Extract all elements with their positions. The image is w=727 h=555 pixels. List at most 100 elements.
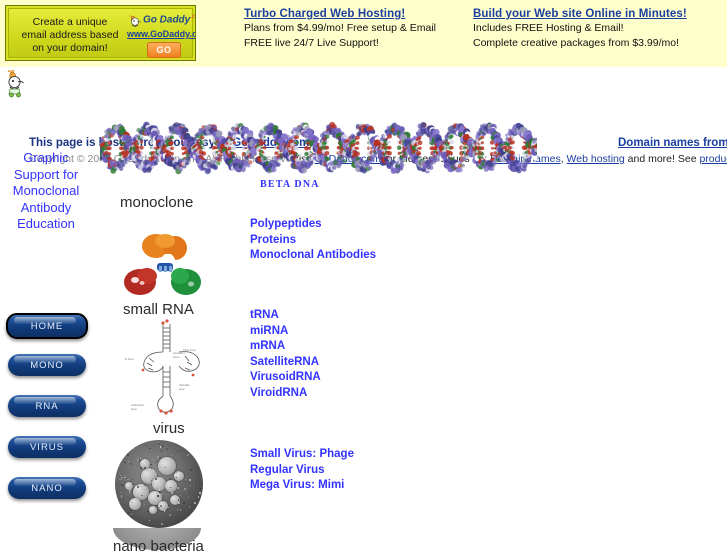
micrograph-grain <box>125 521 126 522</box>
micrograph-grain <box>178 519 180 521</box>
micrograph-grain <box>124 462 126 464</box>
micrograph-grain <box>143 478 144 479</box>
micrograph-grain <box>200 488 202 490</box>
left-sidebar: Graphic Support for Monoclonal Antibody … <box>0 110 95 545</box>
ad-headline-website[interactable]: Build your Web site Online in Minutes! <box>473 8 687 20</box>
micrograph-grain <box>123 451 125 453</box>
micrograph-grain <box>160 446 161 447</box>
link-regular-virus[interactable]: Regular Virus <box>250 463 354 479</box>
micrograph-grain <box>179 443 180 444</box>
micrograph-grain <box>119 479 120 480</box>
micrograph-grain <box>159 499 160 500</box>
main-content: BETA DNA monoclone Polypeptides Proteins… <box>95 110 727 545</box>
ad-detail-line: Plans from $4.99/mo! Free setup & Email <box>244 21 436 35</box>
micrograph-grain <box>169 514 170 515</box>
micrograph-grain <box>146 489 147 490</box>
micrograph-grain <box>129 491 130 492</box>
micrograph-grain <box>121 477 123 479</box>
micrograph-grain <box>137 459 139 461</box>
micrograph-grain <box>150 464 151 465</box>
micrograph-grain <box>144 467 146 469</box>
micrograph-grain <box>184 488 186 490</box>
micrograph-grain <box>189 441 191 443</box>
sidebar-item-label: HOME <box>8 315 86 337</box>
micrograph-grain <box>157 461 158 462</box>
micrograph-grain <box>155 462 156 463</box>
micrograph-grain <box>140 467 142 469</box>
link-mrna[interactable]: mRNA <box>250 339 321 355</box>
sidebar-item-home[interactable]: HOME <box>6 313 88 339</box>
link-virusoid-rna[interactable]: VirusoidRNA <box>250 370 321 386</box>
micrograph-grain <box>161 523 163 525</box>
svg-text:D loop: D loop <box>125 357 134 361</box>
micrograph-grain <box>153 502 154 503</box>
micrograph-grain <box>195 481 196 482</box>
micrograph-grain <box>190 485 191 486</box>
ad-headline-hosting[interactable]: Turbo Charged Web Hosting! <box>244 8 436 20</box>
micrograph-grain <box>189 479 190 480</box>
dna-caption: BETA DNA <box>260 179 320 190</box>
virus-link-list: Small Virus: Phage Regular Virus Mega Vi… <box>250 447 354 494</box>
micrograph-grain <box>177 451 178 452</box>
godaddy-url-link[interactable]: www.GoDaddy.com <box>127 29 196 39</box>
ad-column-website-builder: Build your Web site Online in Minutes! I… <box>473 8 687 50</box>
ad-detail-line: Complete creative packages from $3.99/mo… <box>473 36 687 50</box>
beta-dna-figure: BETA DNA <box>100 117 537 179</box>
godaddy-mascot-icon <box>4 70 26 98</box>
monoclone-link-list: Polypeptides Proteins Monoclonal Antibod… <box>250 217 376 264</box>
micrograph-grain <box>187 455 188 456</box>
micrograph-grain <box>144 459 145 460</box>
link-monoclonal-antibodies[interactable]: Monoclonal Antibodies <box>250 248 376 264</box>
virus-particle <box>129 498 141 510</box>
micrograph-grain <box>196 476 197 477</box>
micrograph-grain <box>127 512 129 514</box>
micrograph-grain <box>157 495 159 497</box>
sidebar-item-rna[interactable]: RNA <box>8 395 86 417</box>
micrograph-grain <box>148 480 149 481</box>
micrograph-grain <box>145 519 146 520</box>
micrograph-grain <box>202 503 203 504</box>
micrograph-grain <box>118 505 119 506</box>
micrograph-grain <box>200 507 201 508</box>
micrograph-grain <box>137 486 139 488</box>
antibody-structure-image <box>123 232 203 300</box>
micrograph-grain <box>188 516 189 517</box>
micrograph-grain <box>176 477 177 478</box>
micrograph-grain <box>183 502 185 504</box>
sidebar-item-nano[interactable]: NANO <box>8 477 86 499</box>
micrograph-grain <box>195 446 196 447</box>
link-mirna[interactable]: miRNA <box>250 324 321 340</box>
godaddy-email-promo-box[interactable]: Create a unique email address based on y… <box>5 5 196 61</box>
micrograph-grain <box>127 454 129 456</box>
virus-micrograph-image <box>115 440 203 528</box>
micrograph-grain <box>149 520 150 521</box>
promo-line-3: on your domain! <box>15 42 125 55</box>
go-button[interactable]: GO <box>147 42 181 58</box>
sidebar-item-mono[interactable]: MONO <box>8 354 86 376</box>
micrograph-grain <box>140 458 141 459</box>
sidebar-item-label: RNA <box>8 395 86 417</box>
godaddy-ad-banner: Create a unique email address based on y… <box>0 0 727 67</box>
micrograph-grain <box>129 492 130 493</box>
micrograph-grain <box>155 478 157 480</box>
micrograph-grain <box>159 507 160 508</box>
micrograph-grain <box>144 504 145 505</box>
micrograph-grain <box>129 446 130 447</box>
sidebar-item-virus[interactable]: VIRUS <box>8 436 86 458</box>
micrograph-grain <box>196 509 197 510</box>
link-proteins[interactable]: Proteins <box>250 233 376 249</box>
micrograph-grain <box>164 510 165 511</box>
link-polypeptides[interactable]: Polypeptides <box>250 217 376 233</box>
link-viroid-rna[interactable]: ViroidRNA <box>250 386 321 402</box>
micrograph-grain <box>199 442 201 444</box>
link-small-virus-phage[interactable]: Small Virus: Phage <box>250 447 354 463</box>
godaddy-logo[interactable]: Go Daddy.com www.GoDaddy.com GO <box>127 12 195 60</box>
micrograph-grain <box>140 523 141 524</box>
link-satellite-rna[interactable]: SatelliteRNA <box>250 355 321 371</box>
godaddy-wordmark: Go Daddy.com <box>143 14 196 25</box>
micrograph-grain <box>134 485 135 486</box>
link-mega-virus-mimi[interactable]: Mega Virus: Mimi <box>250 478 354 494</box>
micrograph-grain <box>174 474 176 476</box>
link-trna[interactable]: tRNA <box>250 308 321 324</box>
micrograph-grain <box>201 455 202 456</box>
